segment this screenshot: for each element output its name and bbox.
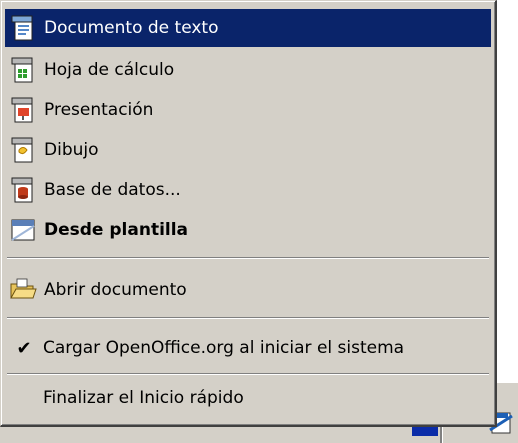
menu-separator xyxy=(7,257,489,259)
menu-separator xyxy=(7,373,489,375)
menu-item-label: Abrir documento xyxy=(44,280,187,300)
menu-item-label: Base de datos... xyxy=(44,180,181,200)
menu-item-label: Finalizar el Inicio rápido xyxy=(43,388,244,408)
menu-item-label: Presentación xyxy=(44,100,154,120)
menu-separator xyxy=(7,317,489,319)
menu-item-open-document[interactable]: Abrir documento xyxy=(5,271,491,309)
impress-presentation-icon xyxy=(8,95,38,125)
menu-item-label: Desde plantilla xyxy=(44,220,189,240)
menu-item-text-document[interactable]: Documento de texto xyxy=(5,9,491,47)
writer-doc-icon xyxy=(8,13,38,43)
quickstart-context-menu: Documento de texto Hoja de cálculo Prese… xyxy=(0,0,497,427)
draw-drawing-icon xyxy=(8,135,38,165)
menu-item-label: Dibujo xyxy=(44,140,99,160)
menu-item-load-at-startup[interactable]: ✔ Cargar OpenOffice.org al iniciar el si… xyxy=(5,329,491,367)
menu-item-spreadsheet[interactable]: Hoja de cálculo xyxy=(5,51,491,89)
menu-item-label: Cargar OpenOffice.org al iniciar el sist… xyxy=(43,338,405,358)
calc-sheet-icon xyxy=(8,55,38,85)
folder-open-icon xyxy=(8,275,38,305)
menu-item-exit-quickstarter[interactable]: Finalizar el Inicio rápido xyxy=(5,379,491,417)
base-database-icon xyxy=(8,175,38,205)
template-icon xyxy=(8,215,38,245)
menu-item-label: Documento de texto xyxy=(44,18,219,38)
checkmark-icon: ✔ xyxy=(16,337,32,359)
menu-item-label: Hoja de cálculo xyxy=(44,60,175,80)
menu-item-from-template[interactable]: Desde plantilla xyxy=(5,211,491,249)
menu-item-drawing[interactable]: Dibujo xyxy=(5,131,491,169)
menu-item-presentation[interactable]: Presentación xyxy=(5,91,491,129)
menu-item-database[interactable]: Base de datos... xyxy=(5,171,491,209)
